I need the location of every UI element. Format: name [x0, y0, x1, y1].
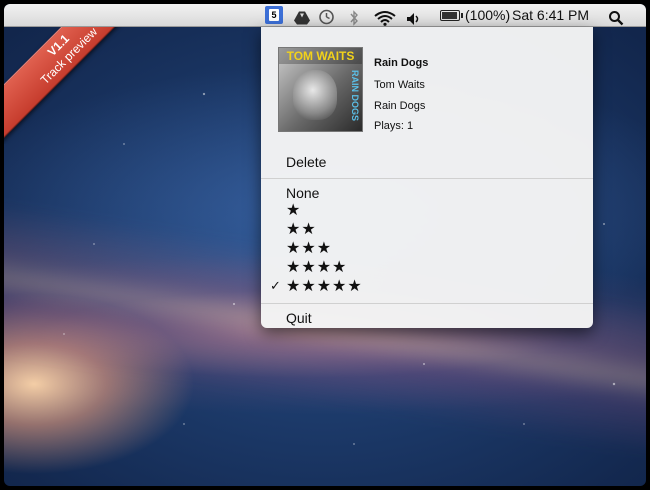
time-machine-icon[interactable]	[318, 6, 335, 28]
desktop: V1.1 Track preview 5 (100%) Sat 6:41 PM …	[4, 4, 646, 486]
battery-percentage[interactable]: (100%)	[465, 4, 510, 26]
rating-none-item[interactable]: None	[286, 185, 319, 201]
app-menubar-icon[interactable]: 5	[265, 6, 283, 24]
rating-1-star-item[interactable]: ★	[286, 202, 301, 220]
bluetooth-icon[interactable]	[349, 7, 359, 29]
battery-icon[interactable]	[440, 10, 463, 21]
album-art: TOM WAITS RAIN DOGS	[278, 47, 363, 132]
rating-3-stars-item[interactable]: ★★★	[286, 240, 332, 258]
app-icon-badge: 5	[269, 9, 279, 21]
album-art-title-text: RAIN DOGS	[350, 70, 360, 122]
menu-separator	[261, 178, 593, 179]
rating-4-stars-item[interactable]: ★★★★	[286, 259, 347, 277]
album-art-artist-text: TOM WAITS	[279, 48, 362, 64]
battery-level	[442, 12, 457, 19]
track-album: Rain Dogs	[374, 100, 426, 112]
wifi-icon[interactable]	[374, 7, 396, 29]
spotlight-search-icon[interactable]	[608, 7, 624, 29]
track-play-count: Plays: 1	[374, 120, 414, 132]
menubar-clock[interactable]: Sat 6:41 PM	[512, 4, 589, 26]
quit-menu-item[interactable]: Quit	[286, 310, 312, 326]
album-art-photo	[293, 70, 337, 120]
track-title: Rain Dogs	[374, 57, 429, 69]
app-dropdown-menu: TOM WAITS RAIN DOGS Rain Dogs Tom Waits …	[261, 27, 593, 328]
delete-menu-item[interactable]: Delete	[286, 154, 326, 170]
drive-icon[interactable]	[294, 7, 310, 29]
rating-2-stars-item[interactable]: ★★	[286, 221, 317, 239]
track-artist: Tom Waits	[374, 79, 425, 91]
menu-separator	[261, 303, 593, 304]
menubar: 5 (100%) Sat 6:41 PM	[4, 4, 646, 27]
rating-5-stars-item[interactable]: ★★★★★	[286, 278, 363, 296]
checkmark-icon: ✓	[270, 278, 281, 293]
